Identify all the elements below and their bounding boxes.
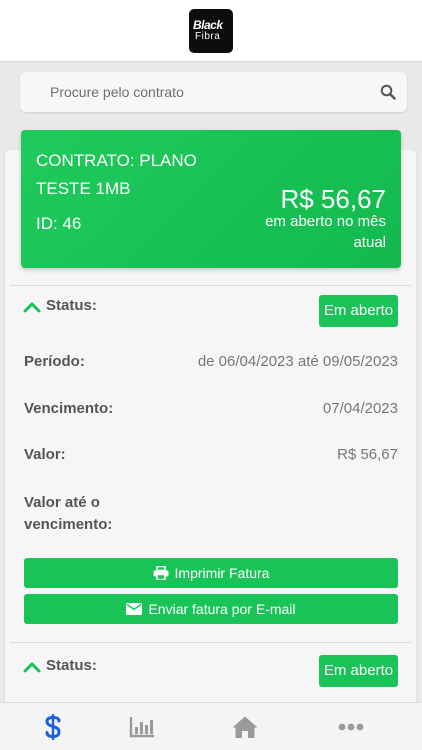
bottom-tab-bar — [0, 702, 422, 750]
status-label: Status: — [46, 657, 97, 674]
printer-icon — [153, 566, 169, 580]
tab-more[interactable] — [298, 703, 403, 750]
divider — [10, 285, 411, 286]
status-badge: Em aberto — [319, 295, 398, 327]
contract-amount-note: em aberto no mês atual — [265, 213, 386, 251]
amount-label: Valor: — [24, 446, 66, 463]
amount-until-due-label: Valor até o vencimento: — [24, 494, 113, 533]
status-label: Status: — [46, 297, 97, 314]
more-icon — [338, 723, 363, 731]
contract-search-input[interactable] — [50, 72, 370, 112]
email-invoice-label: Enviar fatura por E-mail — [148, 601, 296, 617]
tab-home[interactable] — [192, 703, 297, 750]
chevron-up-icon[interactable] — [23, 301, 41, 313]
contract-search-box — [20, 72, 407, 112]
contract-id: ID: 46 — [36, 214, 82, 233]
due-date-value: 07/04/2023 — [322, 400, 398, 417]
period-value: de 06/04/2023 até 09/05/2023 — [197, 353, 398, 370]
tab-usage-chart[interactable] — [89, 703, 194, 750]
contract-summary[interactable]: CONTRATO: PLANO TESTE 1MB ID: 46 R$ 56,6… — [21, 130, 401, 268]
period-label: Período: — [24, 353, 85, 370]
email-invoice-button[interactable]: Enviar fatura por E-mail — [24, 594, 398, 624]
logo-text-black: Black — [193, 18, 223, 32]
due-date-label: Vencimento: — [24, 400, 114, 417]
chevron-up-icon[interactable] — [23, 661, 41, 673]
app-header: Black Fibra — [0, 0, 422, 62]
contract-name: CONTRATO: PLANO TESTE 1MB — [36, 151, 197, 198]
print-invoice-button[interactable]: Imprimir Fatura — [24, 558, 398, 588]
print-invoice-label: Imprimir Fatura — [174, 565, 270, 581]
divider — [10, 642, 411, 643]
envelope-icon — [126, 603, 143, 615]
search-icon[interactable] — [380, 84, 396, 100]
home-icon — [232, 716, 257, 738]
amount-value: R$ 56,67 — [337, 446, 398, 463]
black-fibra-logo: Black Fibra — [189, 9, 233, 53]
dollar-icon — [44, 714, 61, 740]
status-badge: Em aberto — [319, 655, 398, 687]
bar-chart-icon — [129, 717, 154, 738]
logo-text-fibra: Fibra — [195, 31, 221, 42]
